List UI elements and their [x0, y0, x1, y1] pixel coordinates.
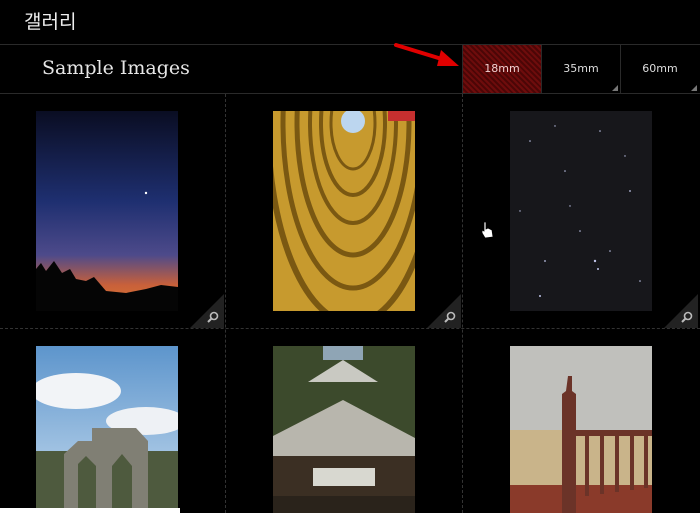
- magnifier-icon: [444, 311, 456, 323]
- magnifier-icon: [681, 311, 693, 323]
- photo-star-sky[interactable]: [510, 111, 652, 311]
- photo-overgrown-house[interactable]: [273, 346, 415, 513]
- window-title: 갤러리: [24, 11, 77, 33]
- red-arrow-annotation: [394, 43, 459, 66]
- photo-stone-ruin[interactable]: [36, 346, 178, 513]
- grid-divider: [0, 328, 700, 329]
- photo-spiral-parking[interactable]: [273, 111, 415, 311]
- tab-label: 18mm: [484, 62, 520, 75]
- gallery-toolbar: Sample Images 18mm 35mm 60mm: [0, 45, 700, 94]
- photo-staircase-newel[interactable]: [510, 346, 652, 513]
- zoom-button[interactable]: [427, 294, 461, 328]
- tab-label: 35mm: [563, 62, 599, 75]
- zoom-button[interactable]: [190, 294, 224, 328]
- tab-label: 60mm: [642, 62, 678, 75]
- tab-18mm[interactable]: 18mm: [462, 45, 541, 93]
- zoom-button[interactable]: [664, 294, 698, 328]
- hand-pointer-icon: [481, 221, 494, 239]
- grid-divider: [462, 94, 463, 513]
- corner-indicator-icon: [691, 85, 697, 91]
- grid-divider: [225, 94, 226, 513]
- corner-indicator-icon: [612, 85, 618, 91]
- magnifier-icon: [207, 311, 219, 323]
- window-titlebar: 갤러리: [0, 0, 700, 45]
- photo-twilight[interactable]: [36, 111, 178, 311]
- tab-60mm[interactable]: 60mm: [620, 45, 699, 93]
- section-title: Sample Images: [42, 57, 190, 79]
- tab-35mm[interactable]: 35mm: [541, 45, 620, 93]
- status-tooltip: [0, 508, 180, 513]
